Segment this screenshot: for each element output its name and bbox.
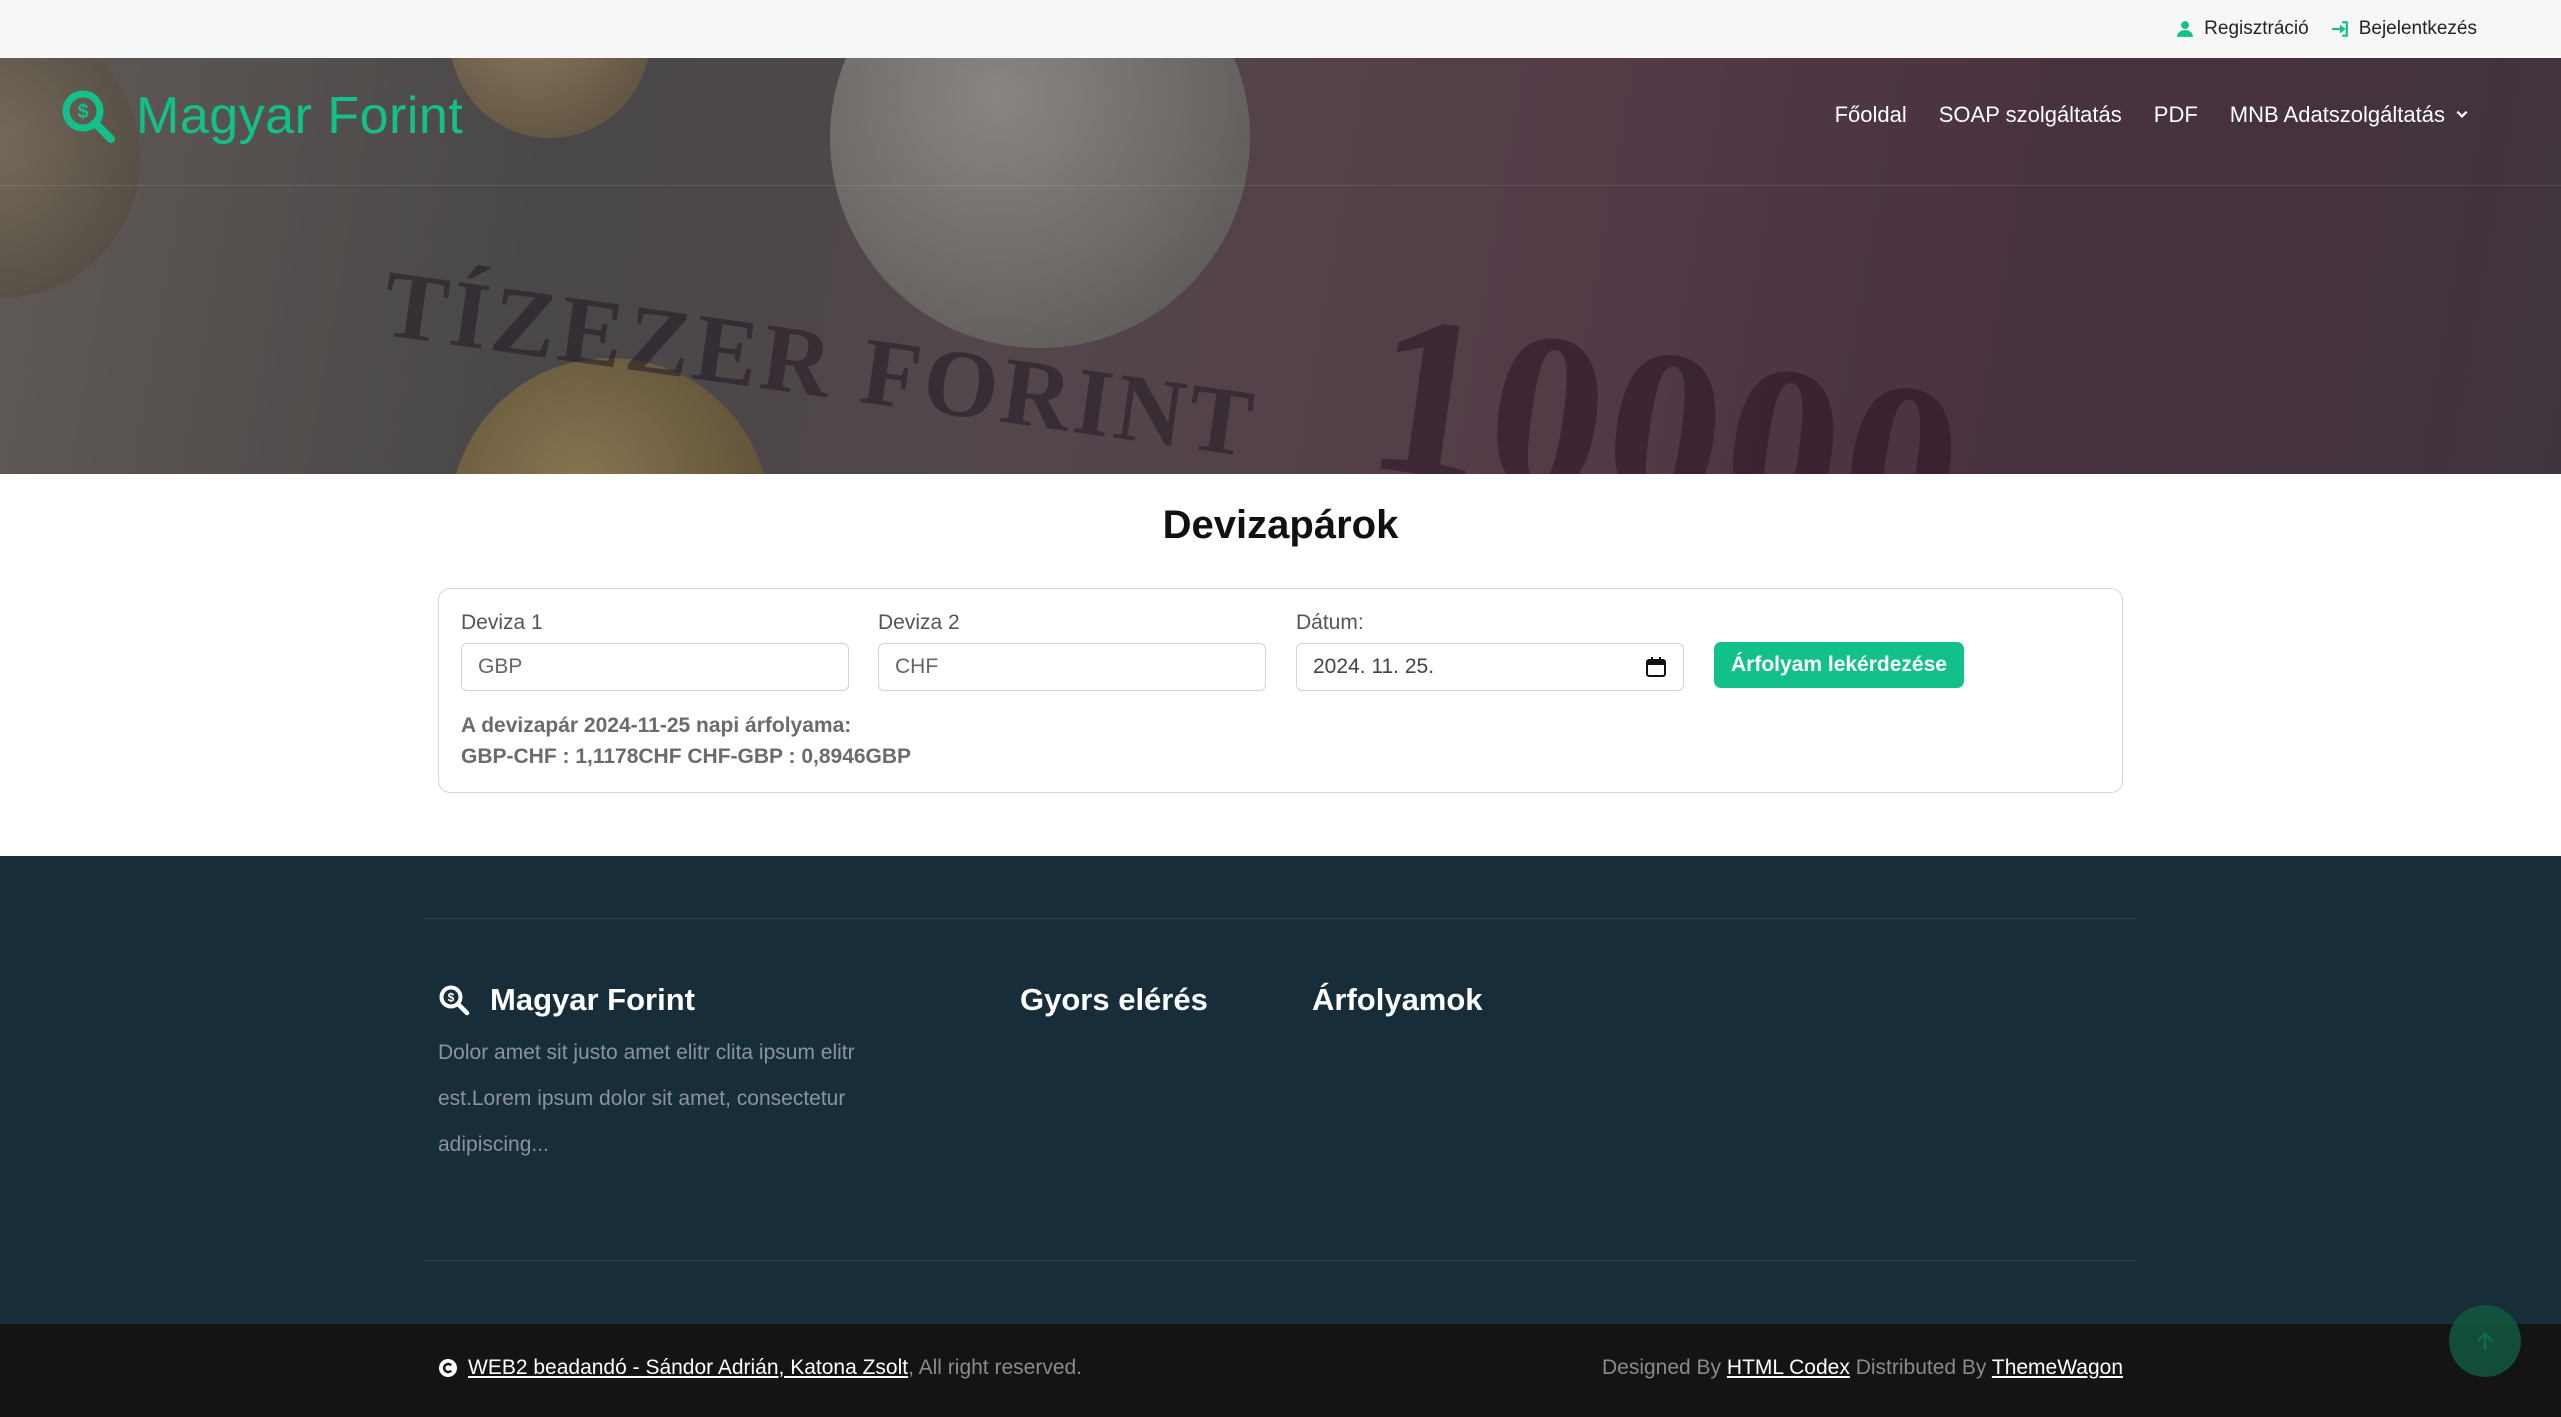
copyright-left: WEB2 beadandó - Sándor Adrián, Katona Zs… <box>438 1356 1082 1380</box>
nav-home[interactable]: Főoldal <box>1835 102 1907 128</box>
date-value: 2024. 11. 25. <box>1313 655 1435 678</box>
brand-logo[interactable]: $ Magyar Forint <box>60 86 463 146</box>
nav-pdf[interactable]: PDF <box>2154 102 2198 128</box>
arrow-up-icon <box>2477 1332 2493 1350</box>
calendar-icon[interactable] <box>1645 656 1667 678</box>
chevron-down-icon <box>2456 110 2468 118</box>
distributed-by-text: Distributed By <box>1855 1356 1987 1379</box>
footer-quick-links-title: Gyors elérés <box>1020 982 1208 1017</box>
currency2-label: Deviza 2 <box>878 611 960 634</box>
footer-brand: $ Magyar Forint <box>438 982 695 1018</box>
svg-text:$: $ <box>77 101 88 123</box>
currency1-field: Deviza 1 GBP <box>461 611 849 691</box>
themewagon-link[interactable]: ThemeWagon <box>1992 1356 2123 1379</box>
date-input[interactable]: 2024. 11. 25. <box>1296 643 1684 691</box>
hero-banner: TÍZEZER FORINT 10000 $ Magyar Forint Főo… <box>0 58 2561 474</box>
footer: $ Magyar Forint Dolor amet sit justo ame… <box>0 856 2561 1324</box>
currency2-input[interactable]: CHF <box>878 643 1266 691</box>
navbar: $ Magyar Forint Főoldal SOAP szolgáltatá… <box>0 58 2561 186</box>
main-nav: Főoldal SOAP szolgáltatás PDF MNB Adatsz… <box>1835 102 2469 128</box>
register-label: Regisztráció <box>2204 18 2309 39</box>
nav-soap[interactable]: SOAP szolgáltatás <box>1939 102 2122 128</box>
page-title: Devizapárok <box>1162 503 1399 547</box>
result-text: A devizapár 2024-11-25 napi árfolyama: G… <box>461 710 911 772</box>
user-icon <box>2177 21 2194 37</box>
back-to-top-button[interactable] <box>2449 1305 2521 1377</box>
get-rate-button[interactable]: Árfolyam lekérdezése <box>1714 642 1964 688</box>
svg-text:$: $ <box>448 991 455 1005</box>
rights-text: , All right reserved. <box>908 1356 1083 1379</box>
brand-name: Magyar Forint <box>136 87 464 145</box>
login-link[interactable]: Bejelentkezés <box>2331 18 2477 40</box>
date-field: Dátum: 2024. 11. 25. <box>1296 611 1684 691</box>
currency1-label: Deviza 1 <box>461 611 543 634</box>
copyright-right: Designed By HTML Codex Distributed By Th… <box>1602 1356 2123 1380</box>
result-line-2: GBP-CHF : 1,1178CHF CHF-GBP : 0,8946GBP <box>461 745 912 768</box>
footer-description: Dolor amet sit justo amet elitr clita ip… <box>438 1041 855 1156</box>
copyright-bar: WEB2 beadandó - Sándor Adrián, Katona Zs… <box>0 1324 2561 1417</box>
currency1-value: GBP <box>478 655 523 678</box>
login-label: Bejelentkezés <box>2358 18 2477 39</box>
html-codex-link[interactable]: HTML Codex <box>1727 1356 1850 1379</box>
footer-brand-name: Magyar Forint <box>490 982 695 1017</box>
footer-rates-title: Árfolyamok <box>1312 982 1483 1017</box>
copyright-icon <box>439 1359 457 1377</box>
nav-mnb-dropdown[interactable]: MNB Adatszolgáltatás <box>2230 102 2469 128</box>
date-label: Dátum: <box>1296 611 1364 634</box>
result-line-1: A devizapár 2024-11-25 napi árfolyama: <box>461 714 852 737</box>
currency2-value: CHF <box>895 655 939 678</box>
currency-pair-form: Deviza 1 GBP Deviza 2 CHF Dátum: 2024. 1… <box>438 588 2123 793</box>
search-dollar-icon: $ <box>62 90 115 143</box>
currency1-input[interactable]: GBP <box>461 643 849 691</box>
register-link[interactable]: Regisztráció <box>2176 18 2309 40</box>
project-link[interactable]: WEB2 beadandó - Sándor Adrián, Katona Zs… <box>468 1356 908 1379</box>
footer-divider <box>424 918 2136 919</box>
footer-divider <box>424 1260 2136 1261</box>
nav-mnb-label: MNB Adatszolgáltatás <box>2229 102 2445 127</box>
designed-by-text: Designed By <box>1601 1356 1722 1379</box>
search-dollar-icon: $ <box>439 985 470 1016</box>
currency2-field: Deviza 2 CHF <box>878 611 1266 691</box>
top-bar: Regisztráció Bejelentkezés <box>0 0 2561 58</box>
sign-in-icon <box>2331 21 2348 37</box>
